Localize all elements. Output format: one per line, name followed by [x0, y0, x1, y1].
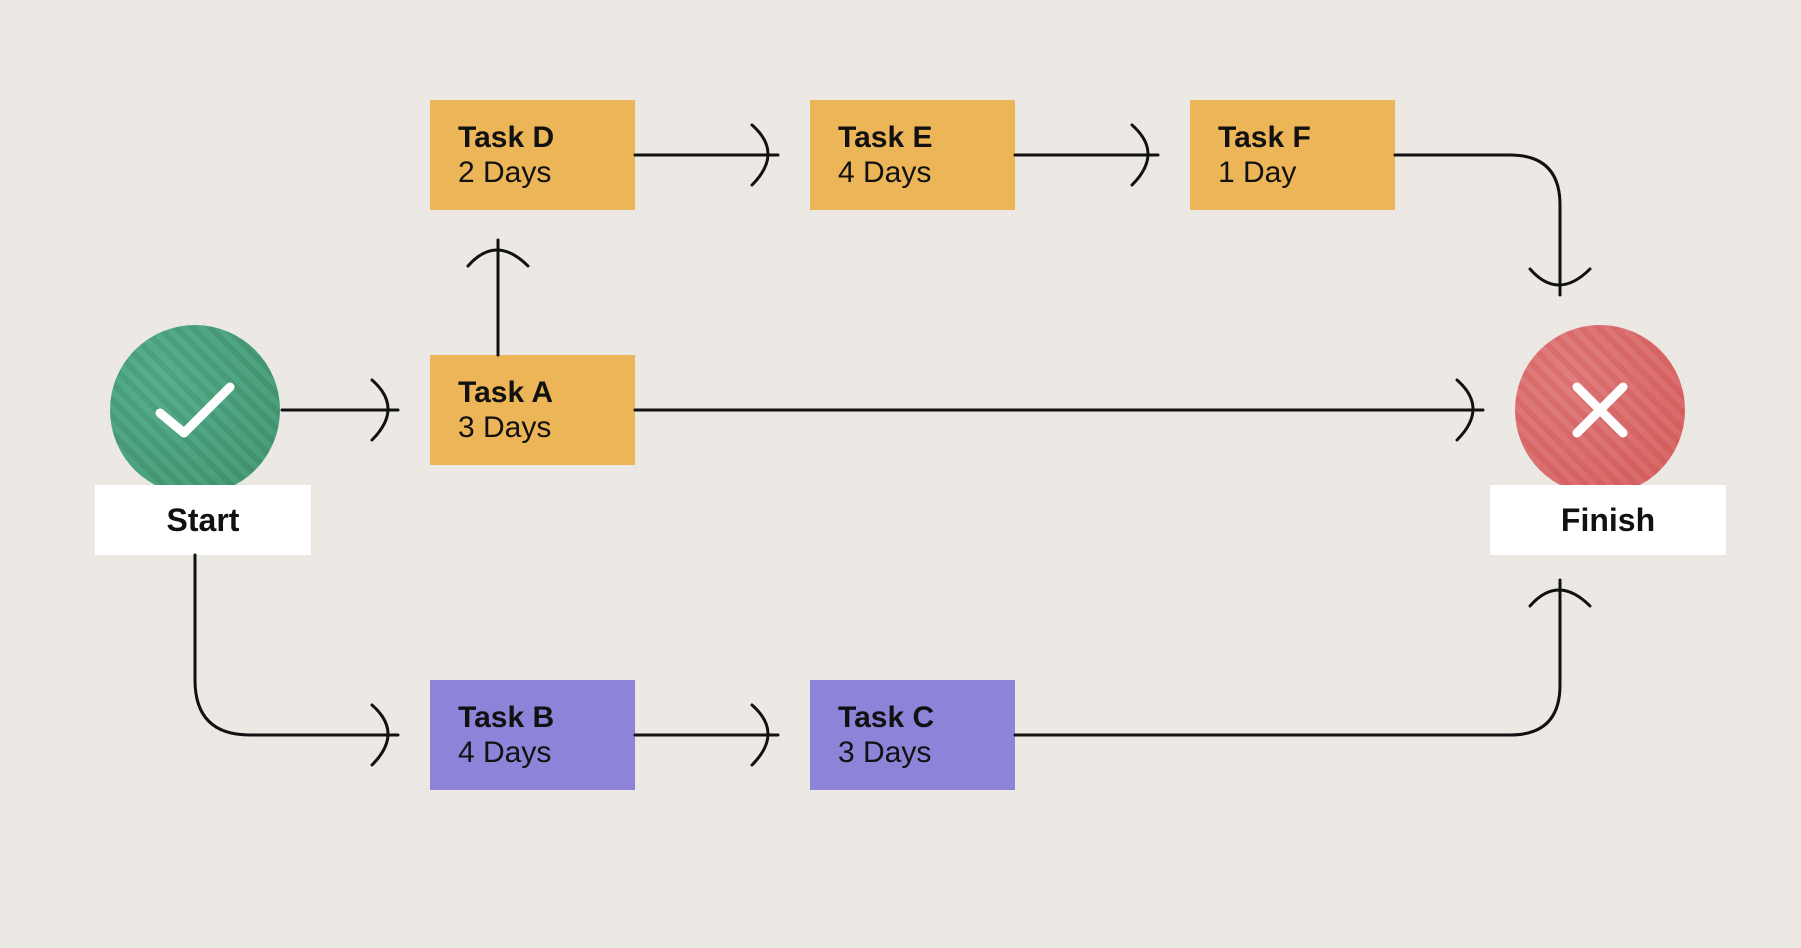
- edge-f-finish: [1395, 155, 1560, 295]
- task-e-duration: 4 Days: [838, 156, 931, 189]
- start-node: [110, 325, 280, 495]
- cross-icon: [1565, 375, 1635, 445]
- task-f-title: Task F: [1218, 121, 1311, 154]
- task-f-box: Task F 1 Day: [1190, 100, 1395, 210]
- start-label-text: Start: [167, 502, 240, 539]
- edge-f-finish-head: [1530, 269, 1590, 285]
- task-c-box: Task C 3 Days: [810, 680, 1015, 790]
- check-icon: [150, 375, 240, 445]
- task-d-title: Task D: [458, 121, 554, 154]
- edge-start-b: [195, 555, 398, 735]
- edge-start-a-head: [372, 380, 388, 440]
- task-e-title: Task E: [838, 121, 933, 154]
- edge-c-finish-head: [1530, 590, 1590, 606]
- task-a-box: Task A 3 Days: [430, 355, 635, 465]
- diagram-canvas: Start Finish Task A 3 Days Task D 2 Days…: [0, 0, 1801, 948]
- task-c-duration: 3 Days: [838, 736, 931, 769]
- edge-a-d-head: [468, 250, 528, 266]
- start-label: Start: [95, 485, 311, 555]
- edge-start-b-head: [372, 705, 388, 765]
- finish-label: Finish: [1490, 485, 1726, 555]
- edge-e-f-head: [1132, 125, 1148, 185]
- edge-d-e-head: [752, 125, 768, 185]
- finish-node: [1515, 325, 1685, 495]
- edge-a-finish-head: [1457, 380, 1473, 440]
- task-f-duration: 1 Day: [1218, 156, 1296, 189]
- task-d-box: Task D 2 Days: [430, 100, 635, 210]
- task-b-box: Task B 4 Days: [430, 680, 635, 790]
- finish-label-text: Finish: [1561, 502, 1655, 539]
- task-b-duration: 4 Days: [458, 736, 551, 769]
- edge-c-finish: [1015, 580, 1560, 735]
- task-c-title: Task C: [838, 701, 934, 734]
- edge-b-c-head: [752, 705, 768, 765]
- task-d-duration: 2 Days: [458, 156, 551, 189]
- task-e-box: Task E 4 Days: [810, 100, 1015, 210]
- task-a-duration: 3 Days: [458, 411, 551, 444]
- task-b-title: Task B: [458, 701, 554, 734]
- task-a-title: Task A: [458, 376, 553, 409]
